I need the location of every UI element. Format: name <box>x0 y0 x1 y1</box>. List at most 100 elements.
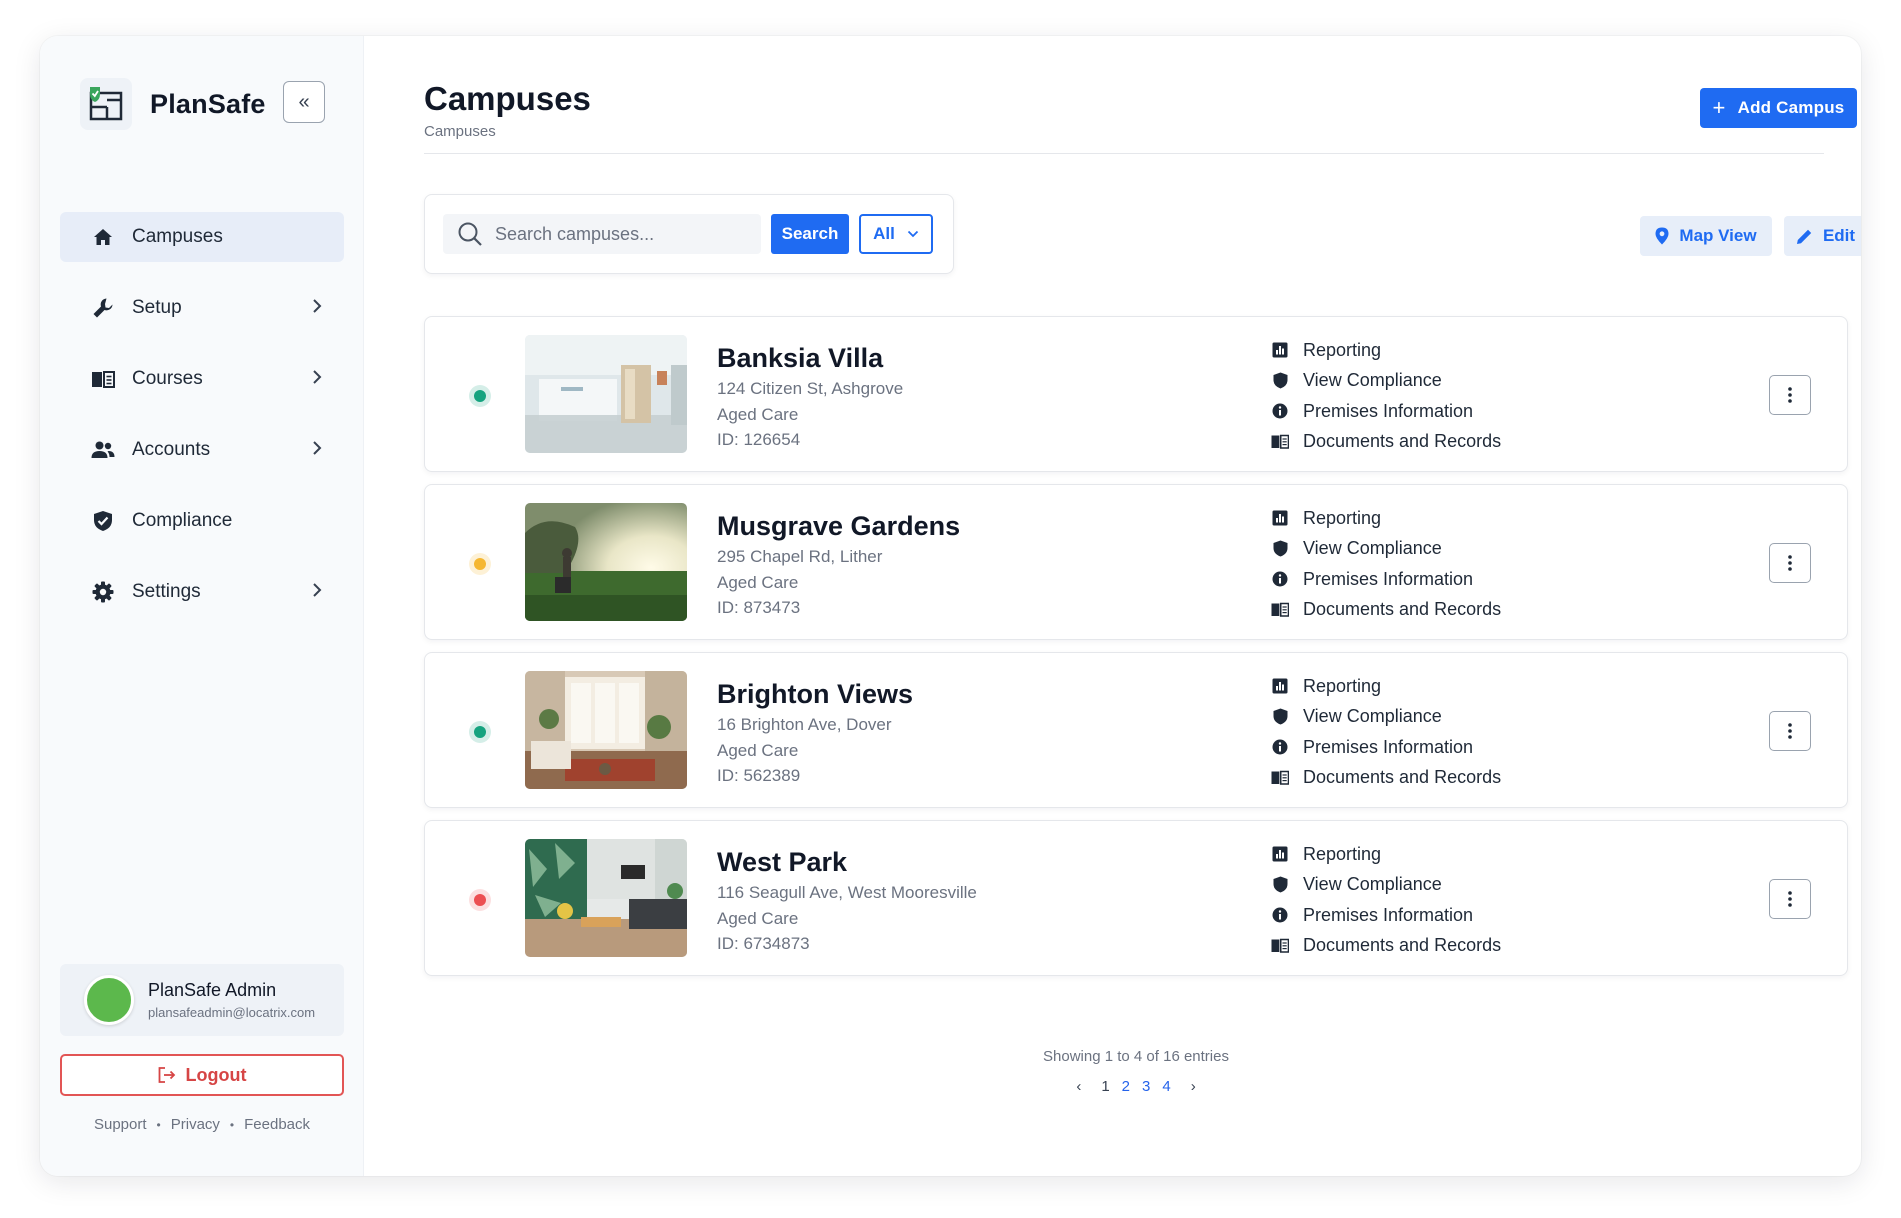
link-label: Reporting <box>1303 507 1382 528</box>
page-4-button[interactable]: 4 <box>1162 1078 1170 1095</box>
view-compliance-link[interactable]: View Compliance <box>1271 534 1501 565</box>
sidebar-item-settings[interactable]: Settings <box>60 567 344 617</box>
user-info: PlanSafe Admin plansafeadmin@locatrix.co… <box>148 980 315 1020</box>
campus-address: 295 Chapel Rd, Lither <box>717 547 883 566</box>
campus-links: Reporting View Compliance Premises Infor… <box>1271 839 1501 961</box>
more-options-button[interactable] <box>1769 879 1811 919</box>
view-compliance-link[interactable]: View Compliance <box>1271 366 1501 397</box>
reporting-link[interactable]: Reporting <box>1271 839 1501 870</box>
entries-summary: Showing 1 to 4 of 16 entries <box>1043 1048 1229 1065</box>
footer-links: Support • Privacy • Feedback <box>60 1116 344 1133</box>
campus-name[interactable]: Musgrave Gardens <box>717 511 960 542</box>
campus-type: Aged Care <box>717 573 799 592</box>
info-icon <box>1271 738 1289 756</box>
logout-button[interactable]: Logout <box>60 1054 344 1096</box>
page-1-button[interactable]: 1 <box>1101 1078 1109 1095</box>
link-label: Documents and Records <box>1303 431 1502 452</box>
campus-row[interactable]: West Park 116 Seagull Ave, West Mooresvi… <box>424 820 1848 976</box>
user-email: plansafeadmin@locatrix.com <box>148 1005 316 1020</box>
search-field[interactable] <box>443 214 761 254</box>
map-view-button[interactable]: Map View <box>1640 216 1772 256</box>
campus-row[interactable]: Banksia Villa 124 Citizen St, Ashgrove A… <box>424 316 1848 472</box>
link-label: Documents and Records <box>1303 599 1502 620</box>
premises-information-link[interactable]: Premises Information <box>1271 396 1501 427</box>
link-label: Reporting <box>1303 339 1382 360</box>
documents-records-link[interactable]: Documents and Records <box>1271 763 1501 794</box>
campus-name[interactable]: Banksia Villa <box>717 343 883 374</box>
sidebar-item-label: Settings <box>132 581 201 602</box>
support-link[interactable]: Support <box>94 1116 147 1133</box>
pagination: ‹ 1 2 3 4 › <box>424 1078 1848 1095</box>
link-label: Premises Information <box>1303 904 1474 925</box>
sidebar-item-label: Setup <box>132 297 182 318</box>
campus-name[interactable]: West Park <box>717 847 847 878</box>
main-content: Campuses Campuses + Add Campus Search Al… <box>364 36 1861 1176</box>
sidebar-item-courses[interactable]: Courses <box>60 354 344 404</box>
sidebar-item-compliance[interactable]: Compliance <box>60 496 344 546</box>
shield-icon <box>1271 372 1289 390</box>
campus-links: Reporting View Compliance Premises Infor… <box>1271 671 1501 793</box>
prev-page-button[interactable]: ‹ <box>1076 1078 1081 1095</box>
view-compliance-link[interactable]: View Compliance <box>1271 702 1501 733</box>
campus-address: 116 Seagull Ave, West Mooresville <box>717 883 977 902</box>
user-card[interactable]: PlanSafe Admin plansafeadmin@locatrix.co… <box>60 964 344 1036</box>
feedback-link[interactable]: Feedback <box>244 1116 310 1133</box>
link-label: View Compliance <box>1303 706 1442 727</box>
documents-records-link[interactable]: Documents and Records <box>1271 931 1501 962</box>
more-options-button[interactable] <box>1769 375 1811 415</box>
double-chevron-left-icon: « <box>298 90 310 113</box>
more-options-button[interactable] <box>1769 543 1811 583</box>
next-page-button[interactable]: › <box>1191 1078 1196 1095</box>
user-name: PlanSafe Admin <box>148 980 277 1000</box>
search-icon <box>458 222 482 246</box>
campus-row[interactable]: Brighton Views 16 Brighton Ave, Dover Ag… <box>424 652 1848 808</box>
premises-information-link[interactable]: Premises Information <box>1271 564 1501 595</box>
page-3-button[interactable]: 3 <box>1142 1078 1150 1095</box>
more-options-button[interactable] <box>1769 711 1811 751</box>
edit-button[interactable]: Edit <box>1784 216 1861 256</box>
wrench-icon <box>90 295 116 321</box>
search-button[interactable]: Search <box>771 214 849 254</box>
premises-information-link[interactable]: Premises Information <box>1271 732 1501 763</box>
campus-list: Banksia Villa 124 Citizen St, Ashgrove A… <box>424 316 1848 988</box>
campus-links: Reporting View Compliance Premises Infor… <box>1271 335 1501 457</box>
view-compliance-link[interactable]: View Compliance <box>1271 870 1501 901</box>
breadcrumb[interactable]: Campuses <box>424 123 496 140</box>
book-icon <box>1271 769 1289 787</box>
page-2-button[interactable]: 2 <box>1122 1078 1130 1095</box>
map-pin-icon <box>1655 227 1669 245</box>
bar-chart-icon <box>1271 845 1289 863</box>
campus-name[interactable]: Brighton Views <box>717 679 913 710</box>
campus-thumbnail <box>525 839 687 957</box>
sidebar-item-setup[interactable]: Setup <box>60 283 344 333</box>
chevron-right-icon <box>313 441 322 455</box>
plansafe-logo-icon <box>80 78 132 130</box>
kebab-menu-icon <box>1788 723 1792 739</box>
kebab-menu-icon <box>1788 891 1792 907</box>
sidebar-item-accounts[interactable]: Accounts <box>60 425 344 475</box>
sidebar-item-label: Compliance <box>132 510 233 531</box>
link-label: View Compliance <box>1303 538 1442 559</box>
premises-information-link[interactable]: Premises Information <box>1271 900 1501 931</box>
campus-thumbnail <box>525 335 687 453</box>
sidebar-item-campuses[interactable]: Campuses <box>60 212 344 262</box>
link-label: Reporting <box>1303 675 1382 696</box>
documents-records-link[interactable]: Documents and Records <box>1271 595 1501 626</box>
filter-select[interactable]: All <box>859 214 933 254</box>
status-dot <box>469 721 491 743</box>
filter-value: All <box>873 224 895 243</box>
campus-id: ID: 126654 <box>717 430 801 449</box>
campus-thumbnail <box>525 503 687 621</box>
chevron-right-icon <box>313 370 322 384</box>
reporting-link[interactable]: Reporting <box>1271 503 1501 534</box>
documents-records-link[interactable]: Documents and Records <box>1271 427 1501 458</box>
campus-row[interactable]: Musgrave Gardens 295 Chapel Rd, Lither A… <box>424 484 1848 640</box>
collapse-sidebar-button[interactable]: « <box>283 81 325 123</box>
campus-links: Reporting View Compliance Premises Infor… <box>1271 503 1501 625</box>
users-icon <box>90 437 116 463</box>
add-campus-button[interactable]: + Add Campus <box>1700 88 1857 128</box>
search-input[interactable] <box>495 223 745 245</box>
privacy-link[interactable]: Privacy <box>171 1116 220 1133</box>
reporting-link[interactable]: Reporting <box>1271 671 1501 702</box>
reporting-link[interactable]: Reporting <box>1271 335 1501 366</box>
